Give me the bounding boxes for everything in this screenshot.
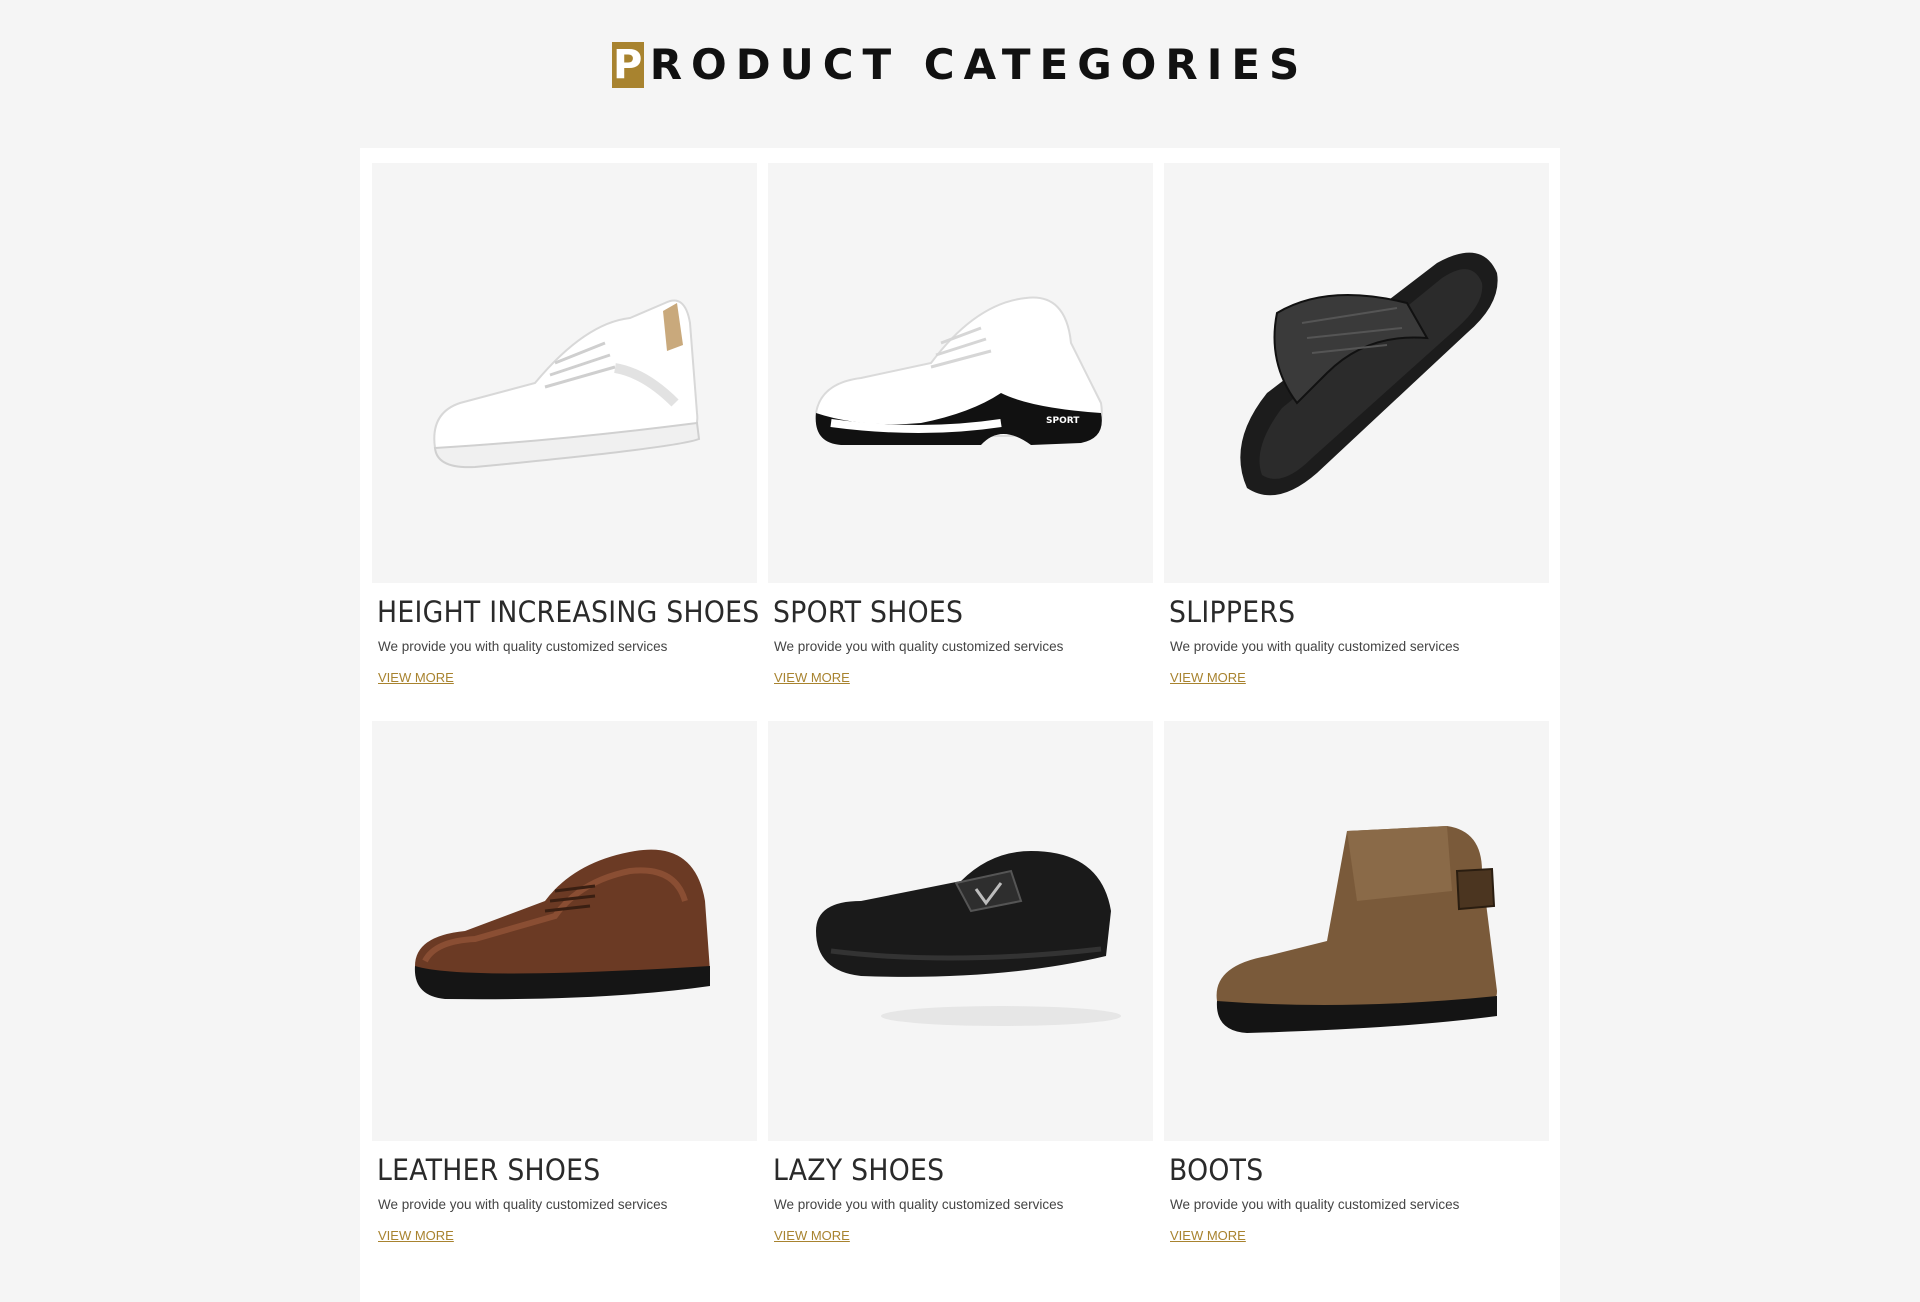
product-image[interactable] bbox=[372, 163, 757, 583]
category-description: We provide you with quality customized s… bbox=[1170, 1197, 1460, 1212]
category-description: We provide you with quality customized s… bbox=[1170, 639, 1460, 654]
category-description: We provide you with quality customized s… bbox=[378, 639, 668, 654]
view-more-link[interactable]: VIEW MORE bbox=[774, 670, 850, 685]
category-name: SPORT SHOES bbox=[773, 595, 964, 629]
svg-text:SPORT: SPORT bbox=[1046, 416, 1080, 426]
sport-shoe-image: SPORT bbox=[814, 296, 1103, 445]
view-more-link[interactable]: VIEW MORE bbox=[378, 1228, 454, 1243]
category-name: HEIGHT INCREASING SHOES bbox=[377, 595, 760, 629]
category-name: SLIPPERS bbox=[1169, 595, 1296, 629]
product-image[interactable] bbox=[768, 721, 1153, 1141]
category-name: BOOTS bbox=[1169, 1153, 1264, 1187]
title-initial: P bbox=[611, 41, 644, 88]
category-card-boots[interactable]: BOOTS We provide you with quality custom… bbox=[1164, 721, 1549, 1245]
page-header: P RODUCT CATEGORIES bbox=[0, 40, 1920, 89]
category-card-lazy-shoes[interactable]: LAZY SHOES We provide you with quality c… bbox=[768, 721, 1153, 1245]
categories-panel: HEIGHT INCREASING SHOES We provide you w… bbox=[360, 148, 1560, 1302]
white-sneaker-image bbox=[432, 299, 700, 469]
category-description: We provide you with quality customized s… bbox=[774, 639, 1064, 654]
category-name: LEATHER SHOES bbox=[377, 1153, 601, 1187]
view-more-link[interactable]: VIEW MORE bbox=[1170, 1228, 1246, 1243]
brown-boot-image bbox=[1216, 826, 1497, 1033]
brown-oxford-image bbox=[414, 849, 710, 1000]
page-title: P RODUCT CATEGORIES bbox=[611, 40, 1309, 89]
flip-flop-image bbox=[1239, 252, 1498, 496]
category-description: We provide you with quality customized s… bbox=[378, 1197, 668, 1212]
view-more-link[interactable]: VIEW MORE bbox=[378, 670, 454, 685]
category-card-leather-shoes[interactable]: LEATHER SHOES We provide you with qualit… bbox=[372, 721, 757, 1245]
category-name: LAZY SHOES bbox=[773, 1153, 945, 1187]
view-more-link[interactable]: VIEW MORE bbox=[774, 1228, 850, 1243]
view-more-link[interactable]: VIEW MORE bbox=[1170, 670, 1246, 685]
product-image[interactable] bbox=[372, 721, 757, 1141]
category-card-height-increasing[interactable]: HEIGHT INCREASING SHOES We provide you w… bbox=[372, 163, 760, 687]
category-card-sport-shoes[interactable]: SPORT SPORT SHOES We provide you with qu… bbox=[768, 163, 1153, 687]
product-image[interactable] bbox=[1164, 721, 1549, 1141]
product-image[interactable]: SPORT bbox=[768, 163, 1153, 583]
black-loafer-image bbox=[815, 851, 1121, 1026]
product-image[interactable] bbox=[1164, 163, 1549, 583]
category-card-slippers[interactable]: SLIPPERS We provide you with quality cus… bbox=[1164, 163, 1549, 687]
title-text: RODUCT CATEGORIES bbox=[649, 40, 1309, 89]
category-description: We provide you with quality customized s… bbox=[774, 1197, 1064, 1212]
